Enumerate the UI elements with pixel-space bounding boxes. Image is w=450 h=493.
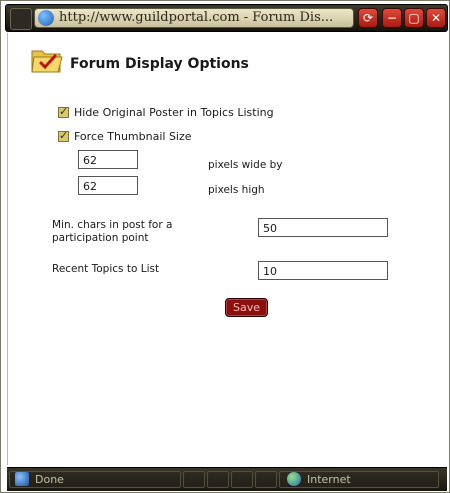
force-thumbnail-row[interactable]: Force Thumbnail Size	[58, 129, 192, 143]
pixels-high-label: pixels high	[208, 184, 265, 196]
zone-segment[interactable]	[279, 471, 439, 488]
force-thumbnail-checkbox[interactable]	[58, 129, 69, 142]
page-done-icon	[15, 472, 29, 486]
window-url-title: http://www.guildportal.com - Forum Dis..…	[59, 10, 334, 25]
browser-icon[interactable]	[10, 8, 32, 30]
internet-zone-icon	[287, 472, 301, 486]
status-bar: Done Internet	[7, 467, 447, 491]
page-title: Forum Display Options	[70, 56, 249, 72]
recent-topics-input[interactable]: 10	[258, 261, 388, 280]
popup-window: http://www.guildportal.com - Forum Dis..…	[0, 0, 450, 493]
save-button[interactable]: Save	[225, 298, 268, 317]
page-content: Forum Display Options Hide Original Post…	[7, 33, 446, 465]
status-pane-3	[231, 471, 253, 488]
zone-text: Internet	[307, 473, 351, 486]
hide-op-checkbox[interactable]	[58, 105, 69, 118]
status-pane-4	[255, 471, 277, 488]
thumbnail-width-input[interactable]: 62	[78, 150, 138, 169]
thumbnail-height-input[interactable]: 62	[78, 176, 138, 195]
close-button[interactable]: ✕	[426, 8, 446, 28]
ie-globe-icon	[38, 10, 54, 26]
title-bar[interactable]: http://www.guildportal.com - Forum Dis..…	[5, 4, 448, 32]
recent-topics-label: Recent Topics to List	[52, 263, 160, 275]
min-chars-input[interactable]: 50	[258, 218, 388, 237]
status-pane-1	[183, 471, 205, 488]
url-title-field: http://www.guildportal.com - Forum Dis..…	[34, 8, 354, 28]
minimize-button[interactable]: −	[382, 8, 402, 28]
hide-op-label: Hide Original Poster in Topics Listing	[74, 106, 274, 119]
min-chars-label-line1: Min. chars in post for a	[52, 219, 173, 231]
pixels-wide-label: pixels wide by	[208, 159, 283, 171]
status-pane-2	[207, 471, 229, 488]
force-thumbnail-label: Force Thumbnail Size	[74, 130, 192, 143]
hide-op-row[interactable]: Hide Original Poster in Topics Listing	[58, 105, 274, 119]
folder-check-icon	[31, 50, 63, 73]
min-chars-label-line2: participation point	[52, 232, 149, 244]
options-button[interactable]: ⟳	[358, 8, 378, 28]
maximize-button[interactable]: ▢	[404, 8, 424, 28]
status-text: Done	[35, 473, 64, 486]
